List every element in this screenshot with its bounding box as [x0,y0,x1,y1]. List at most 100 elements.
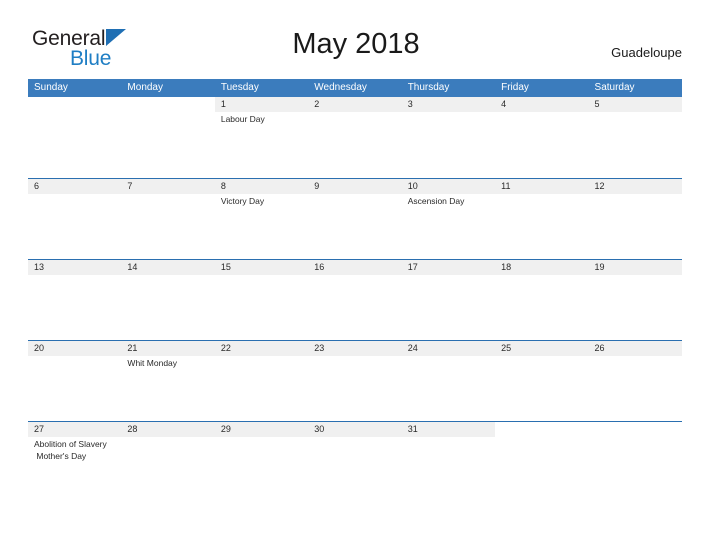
weekday-header-row: Sunday Monday Tuesday Wednesday Thursday Frid… [28,79,682,97]
holiday-event: Labour Day [220,114,265,124]
day-number: 23 [314,343,325,353]
day-events [121,112,214,114]
calendar-day-cell[interactable]: 30 [308,422,402,502]
calendar-day-cell[interactable]: 19 [588,260,682,340]
calendar-day-cell[interactable]: 21 Whit Monday [121,341,215,421]
calendar-day-cell[interactable]: 17 [401,260,496,340]
day-number: 26 [594,343,605,353]
calendar-day-cell[interactable]: 6 [28,179,122,259]
calendar-day-cell[interactable]: 23 [308,341,402,421]
day-number-band: 13 [28,260,122,275]
day-number-band: 15 [214,260,309,275]
day-number: 5 [594,99,600,109]
day-number: 19 [594,262,605,272]
day-number-band: 10 [401,179,496,194]
day-number-band: 23 [308,341,402,356]
day-events [28,275,121,277]
calendar-day-cell[interactable]: 20 [28,341,122,421]
day-events [495,356,588,358]
day-number-band: 16 [308,260,402,275]
day-number: 27 [34,424,45,434]
day-events: Victory Day [215,194,308,207]
location-label: Guadeloupe [611,45,682,60]
day-number: 31 [407,424,418,434]
day-number: 11 [501,181,511,191]
holiday-event: Abolition of Slavery [34,439,107,449]
day-number: 28 [127,424,138,434]
holiday-event: Mother's Day [34,450,87,461]
day-number-band: 29 [214,422,309,437]
day-number-band [121,97,215,112]
day-events: Whit Monday [121,356,214,369]
day-number-band: 17 [401,260,496,275]
calendar-day-cell[interactable]: 29 [214,422,309,502]
day-events [308,437,401,439]
day-number-band: 27 [28,422,122,437]
calendar-weeks: 1 Labour Day 2 3 4 5 6 7 8 Victory Day 9 10 Ascensio… [28,97,682,502]
day-number-band: 31 [401,422,496,437]
weekday-header-saturday: Saturday [594,82,635,93]
day-number: 6 [34,181,40,191]
calendar-day-cell[interactable]: 5 [588,97,682,178]
day-number-band: 24 [401,341,496,356]
day-number: 14 [127,262,138,272]
day-number: 9 [314,181,320,191]
day-events [495,194,588,196]
calendar-day-cell[interactable]: 16 [308,260,402,340]
calendar-day-cell[interactable]: 27 Abolition of Slavery Mother's Day [28,422,122,502]
calendar-day-cell[interactable]: 18 [495,260,589,340]
day-number: 10 [407,181,418,191]
calendar-day-cell[interactable]: 31 [401,422,496,502]
page-title: May 2018 [292,28,420,60]
calendar-day-cell[interactable]: 1 Labour Day [214,97,309,178]
calendar-grid: Sunday Monday Tuesday Wednesday Thursday Frid… [28,79,682,502]
calendar-day-cell[interactable]: 14 [121,260,215,340]
calendar-day-cell[interactable]: 3 [401,97,496,178]
day-number: 22 [220,343,231,353]
day-events [28,112,121,114]
day-number: 15 [220,262,231,272]
day-number-band: 12 [588,179,682,194]
calendar-day-cell[interactable]: 22 [214,341,309,421]
day-number-band: 8 [214,179,309,194]
day-number: 16 [314,262,325,272]
day-number-band: 3 [401,97,496,112]
day-events [308,356,401,358]
day-events [402,437,495,439]
calendar-day-cell[interactable]: 10 Ascension Day [401,179,496,259]
calendar-day-cell[interactable]: 28 [121,422,215,502]
day-number-band: 20 [28,341,122,356]
calendar-day-cell[interactable]: 25 [495,341,589,421]
day-events [589,356,682,358]
calendar-day-cell[interactable]: 15 [214,260,309,340]
day-number-band: 26 [588,341,682,356]
calendar-day-cell[interactable]: 2 [308,97,402,178]
weekday-header-monday: Monday [127,82,163,93]
weekday-header-tuesday: Tuesday [220,82,259,93]
calendar-week-row: 27 Abolition of Slavery Mother's Day 28 29 3… [28,421,682,502]
day-events [589,194,682,196]
calendar-week-row: 1 Labour Day 2 3 4 5 [28,97,682,178]
calendar-day-cell[interactable]: 9 [308,179,402,259]
day-number-band: 25 [495,341,589,356]
day-number-band: 5 [588,97,682,112]
day-events [495,437,588,439]
weekday-header-thursday: Thursday [407,82,450,93]
holiday-event: Ascension Day [407,196,465,206]
day-number-band: 19 [588,260,682,275]
day-number-band: 21 [121,341,215,356]
day-number: 25 [501,343,512,353]
day-number: 24 [407,343,418,353]
day-number: 4 [501,99,507,109]
calendar-day-cell-empty [588,422,682,502]
day-number-band: 11 [495,179,589,194]
calendar-day-cell[interactable]: 26 [588,341,682,421]
calendar-day-cell[interactable]: 7 [121,179,215,259]
calendar-day-cell[interactable]: 11 [495,179,589,259]
calendar-day-cell[interactable]: 4 [495,97,589,178]
calendar-day-cell[interactable]: 8 Victory Day [214,179,309,259]
calendar-day-cell[interactable]: 12 [588,179,682,259]
calendar-day-cell[interactable]: 13 [28,260,122,340]
calendar-day-cell[interactable]: 24 [401,341,496,421]
day-number: 1 [220,99,226,109]
